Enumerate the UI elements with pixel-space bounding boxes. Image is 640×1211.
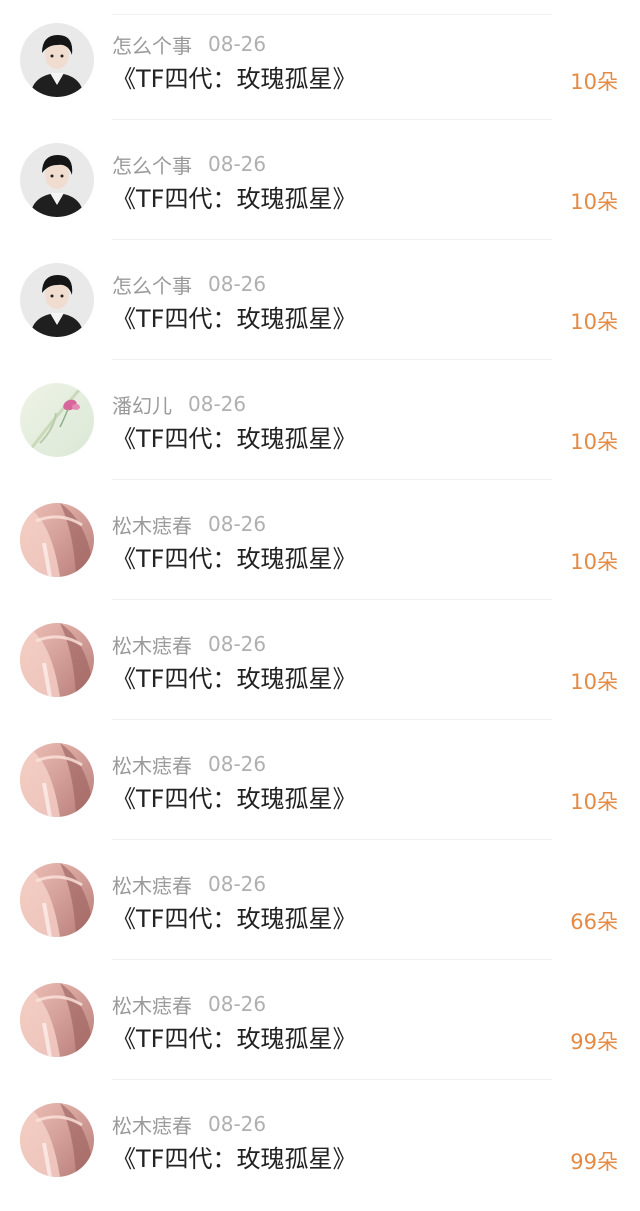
boy-avatar-icon [20,263,94,337]
gift-count: 10朵 [570,310,618,334]
boy-avatar-icon [20,143,94,217]
work-title[interactable]: 《TF四代：玫瑰孤星》 [112,422,356,456]
avatar[interactable] [20,1103,94,1177]
work-title[interactable]: 《TF四代：玫瑰孤星》 [112,662,356,696]
avatar-image [20,863,94,937]
pink-hair-avatar-icon [20,983,94,1057]
username[interactable]: 松木痣春 [112,630,192,659]
work-title[interactable]: 《TF四代：玫瑰孤星》 [112,62,356,96]
avatar-image [20,23,94,97]
work-title[interactable]: 《TF四代：玫瑰孤星》 [112,902,356,936]
avatar[interactable] [20,383,94,457]
gift-count: 10朵 [570,790,618,814]
list-item[interactable]: 怎么个事 08-26 《TF四代：玫瑰孤星》 10朵 [0,0,640,120]
boy-avatar-icon [20,23,94,97]
date: 08-26 [208,32,267,56]
item-meta: 怎么个事 08-26 [112,150,266,178]
item-meta: 松木痣春 08-26 [112,1110,266,1138]
username[interactable]: 怎么个事 [112,270,192,299]
list-item[interactable]: 松木痣春 08-26 《TF四代：玫瑰孤星》 66朵 [0,840,640,960]
item-meta: 松木痣春 08-26 [112,750,266,778]
date: 08-26 [208,1112,267,1136]
list-item[interactable]: 潘幻儿 08-26 《TF四代：玫瑰孤星》 10朵 [0,360,640,480]
gift-count: 66朵 [570,910,618,934]
pink-hair-avatar-icon [20,503,94,577]
list-item[interactable]: 怎么个事 08-26 《TF四代：玫瑰孤星》 10朵 [0,240,640,360]
item-meta: 松木痣春 08-26 [112,870,266,898]
avatar[interactable] [20,623,94,697]
avatar-image [20,143,94,217]
avatar[interactable] [20,263,94,337]
date: 08-26 [208,632,267,656]
pink-hair-avatar-icon [20,863,94,937]
pink-hair-avatar-icon [20,623,94,697]
avatar[interactable] [20,23,94,97]
gift-count: 99朵 [570,1030,618,1054]
avatar[interactable] [20,503,94,577]
list-item[interactable]: 怎么个事 08-26 《TF四代：玫瑰孤星》 10朵 [0,120,640,240]
work-title[interactable]: 《TF四代：玫瑰孤星》 [112,782,356,816]
work-title[interactable]: 《TF四代：玫瑰孤星》 [112,1142,356,1176]
work-title[interactable]: 《TF四代：玫瑰孤星》 [112,302,356,336]
gift-count: 10朵 [570,670,618,694]
avatar-image [20,743,94,817]
avatar[interactable] [20,143,94,217]
work-title[interactable]: 《TF四代：玫瑰孤星》 [112,1022,356,1056]
list-item[interactable]: 松木痣春 08-26 《TF四代：玫瑰孤星》 10朵 [0,600,640,720]
item-meta: 松木痣春 08-26 [112,510,266,538]
date: 08-26 [208,872,267,896]
date: 08-26 [208,992,267,1016]
avatar[interactable] [20,743,94,817]
username[interactable]: 怎么个事 [112,150,192,179]
flower-avatar-icon [20,383,94,457]
username[interactable]: 松木痣春 [112,1110,192,1139]
date: 08-26 [208,152,267,176]
date: 08-26 [208,272,267,296]
username[interactable]: 潘幻儿 [112,390,172,419]
avatar[interactable] [20,983,94,1057]
avatar-image [20,983,94,1057]
avatar-image [20,623,94,697]
avatar[interactable] [20,863,94,937]
list-item[interactable]: 松木痣春 08-26 《TF四代：玫瑰孤星》 99朵 [0,1080,640,1200]
avatar-image [20,383,94,457]
gift-count: 10朵 [570,70,618,94]
gift-count: 10朵 [570,550,618,574]
list-item[interactable]: 松木痣春 08-26 《TF四代：玫瑰孤星》 10朵 [0,720,640,840]
username[interactable]: 怎么个事 [112,30,192,59]
pink-hair-avatar-icon [20,1103,94,1177]
avatar-image [20,1103,94,1177]
work-title[interactable]: 《TF四代：玫瑰孤星》 [112,542,356,576]
username[interactable]: 松木痣春 [112,750,192,779]
work-title[interactable]: 《TF四代：玫瑰孤星》 [112,182,356,216]
avatar-image [20,503,94,577]
gift-count: 10朵 [570,190,618,214]
date: 08-26 [188,392,247,416]
username[interactable]: 松木痣春 [112,510,192,539]
item-meta: 潘幻儿 08-26 [112,390,246,418]
avatar-image [20,263,94,337]
pink-hair-avatar-icon [20,743,94,817]
item-meta: 怎么个事 08-26 [112,30,266,58]
username[interactable]: 松木痣春 [112,870,192,899]
list-item[interactable]: 松木痣春 08-26 《TF四代：玫瑰孤星》 99朵 [0,960,640,1080]
username[interactable]: 松木痣春 [112,990,192,1019]
item-meta: 松木痣春 08-26 [112,630,266,658]
gift-count: 10朵 [570,430,618,454]
date: 08-26 [208,752,267,776]
item-meta: 松木痣春 08-26 [112,990,266,1018]
list-item[interactable]: 松木痣春 08-26 《TF四代：玫瑰孤星》 10朵 [0,480,640,600]
date: 08-26 [208,512,267,536]
gift-count: 99朵 [570,1150,618,1174]
item-meta: 怎么个事 08-26 [112,270,266,298]
